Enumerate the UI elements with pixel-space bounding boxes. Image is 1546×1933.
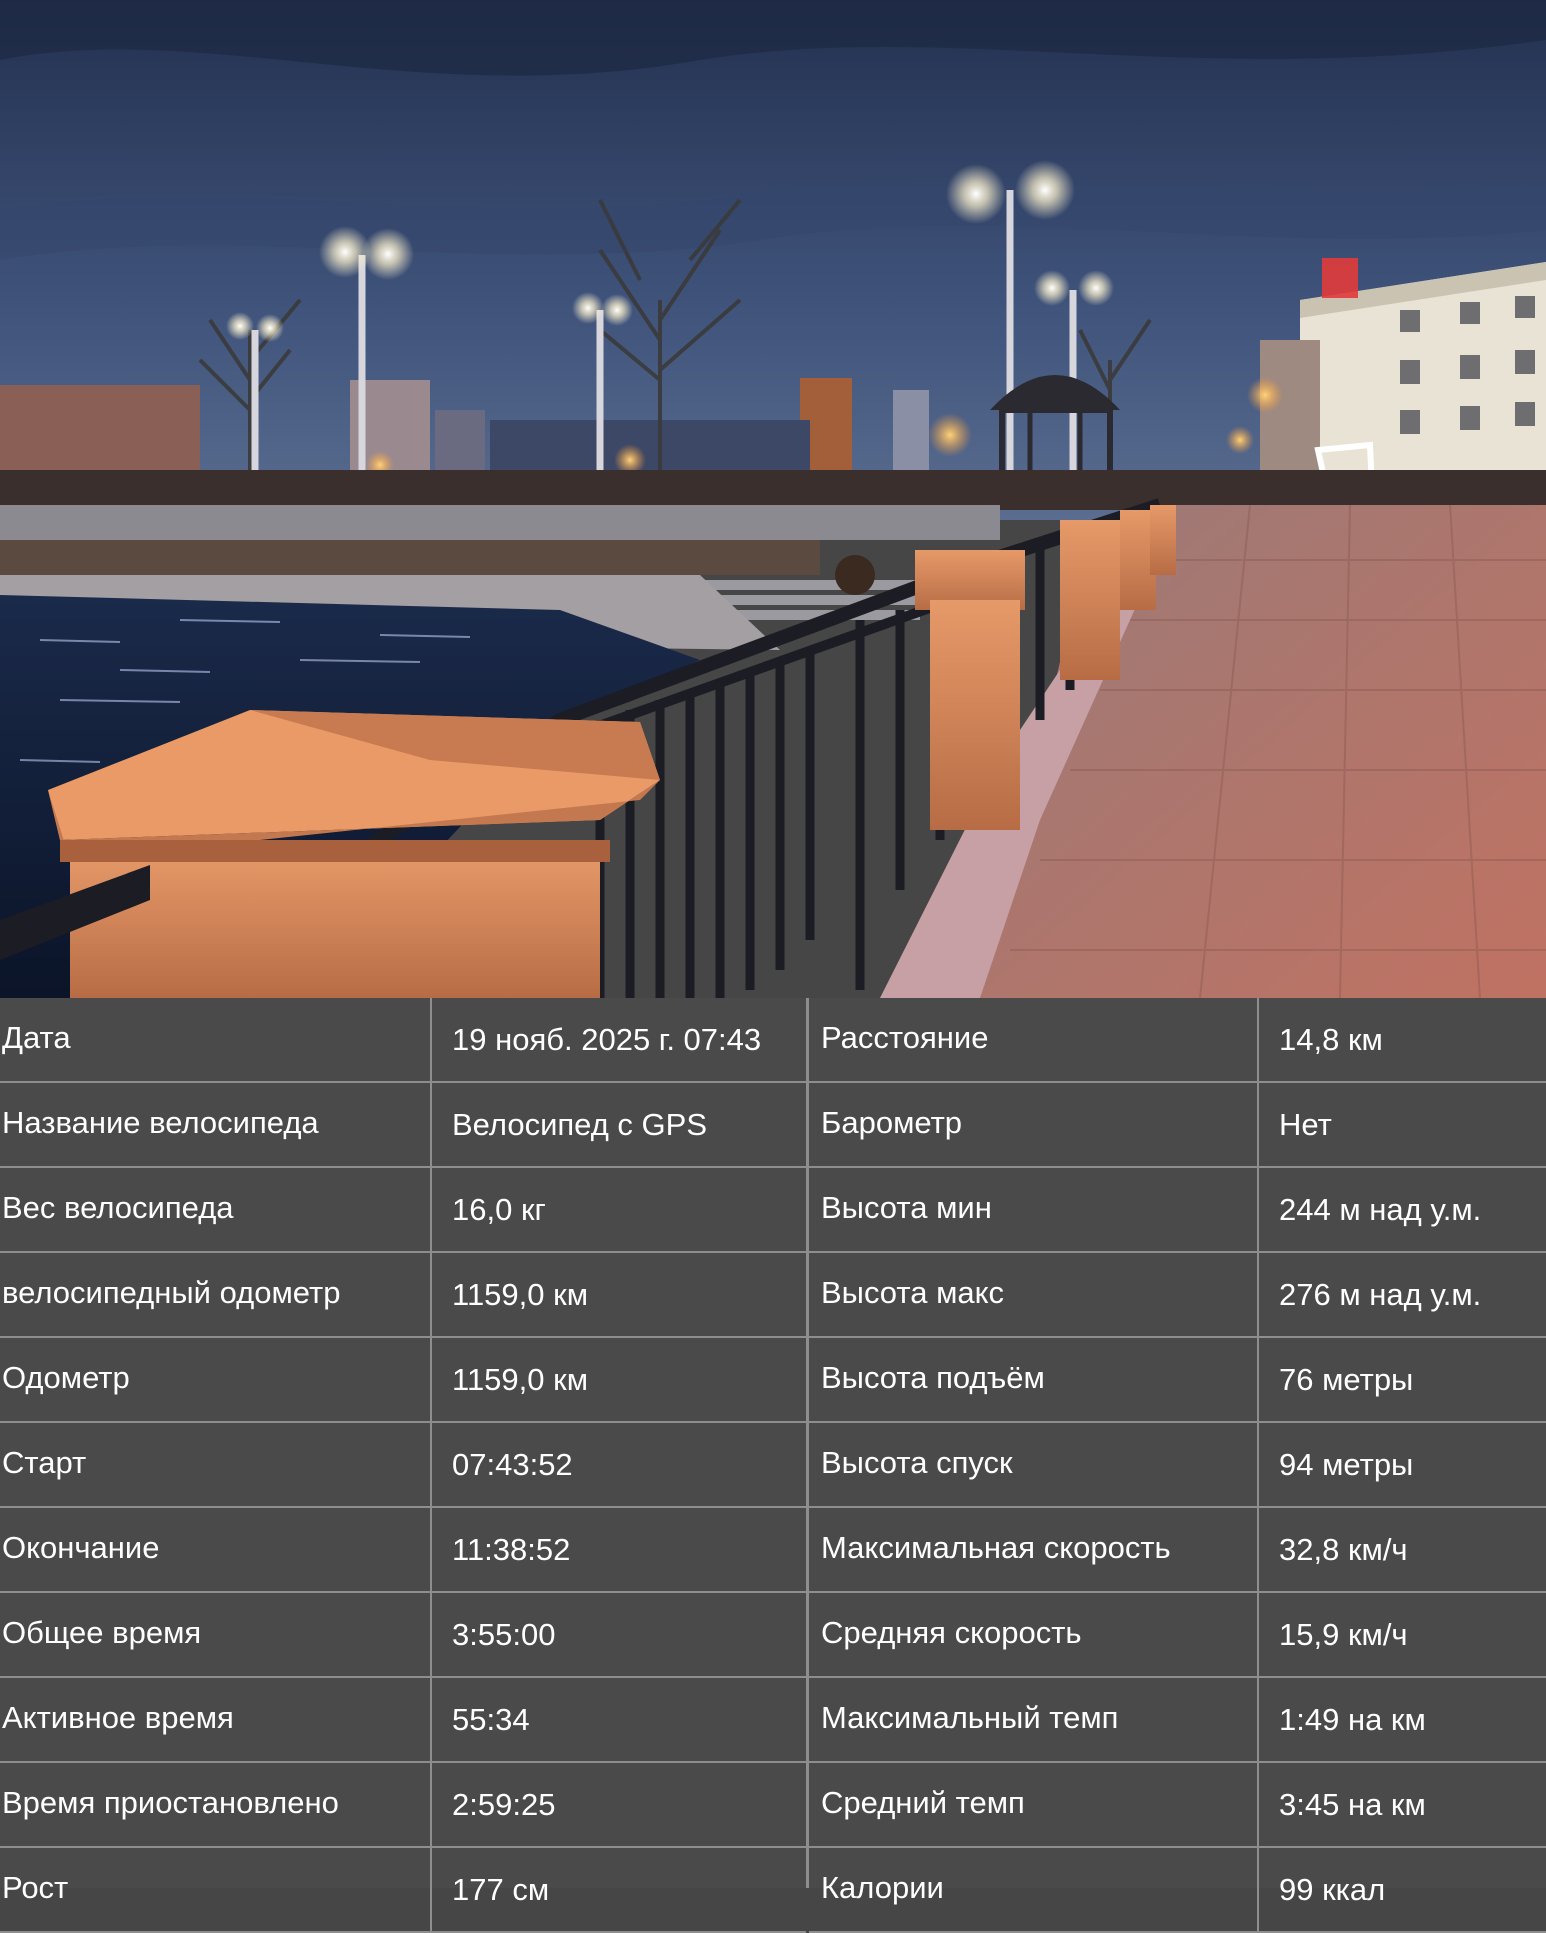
stat-label: Рост (0, 1848, 432, 1931)
stat-label: Время приостановлено (0, 1763, 432, 1846)
stat-value: 76 метры (1279, 1362, 1414, 1397)
stat-row-date: Дата 19 нояб. 2025 г. 07:43 (0, 998, 806, 1083)
stat-label: Название велосипеда (0, 1083, 432, 1166)
stat-row-paused-time: Время приостановлено 2:59:25 (0, 1763, 806, 1848)
stat-value: Нет (1279, 1107, 1332, 1142)
stat-row-barometer: Барометр Нет (809, 1083, 1546, 1168)
stat-label: Вес велосипеда (0, 1168, 432, 1251)
stat-value: 244 м над у.м. (1279, 1192, 1482, 1227)
stat-value: 1:49 на км (1279, 1702, 1426, 1737)
stat-label: Одометр (0, 1338, 432, 1421)
ride-photo (0, 0, 1546, 998)
stat-value: 16,0 кг (452, 1192, 546, 1227)
stat-value: 19 нояб. 2025 г. 07:43 (452, 1022, 762, 1057)
stat-value: 1159,0 км (452, 1277, 589, 1312)
stat-row-height: Рост 177 см (0, 1848, 806, 1933)
stat-row-ascent: Высота подъём 76 метры (809, 1338, 1546, 1423)
stat-row-altitude-max: Высота макс 276 м над у.м. (809, 1253, 1546, 1338)
stat-label: Окончание (0, 1508, 432, 1591)
stat-label: Активное время (0, 1678, 432, 1761)
stat-row-end: Окончание 11:38:52 (0, 1508, 806, 1593)
stat-label: Высота мин (809, 1168, 1259, 1251)
stat-row-descent: Высота спуск 94 метры (809, 1423, 1546, 1508)
stat-row-max-speed: Максимальная скорость 32,8 км/ч (809, 1508, 1546, 1593)
stat-value: 177 см (452, 1872, 550, 1907)
stat-row-avg-speed: Средняя скорость 15,9 км/ч (809, 1593, 1546, 1678)
stat-value: 32,8 км/ч (1279, 1532, 1408, 1567)
stat-value: 07:43:52 (452, 1447, 573, 1482)
stat-label: Барометр (809, 1083, 1259, 1166)
stat-label: Старт (0, 1423, 432, 1506)
stat-value: 3:55:00 (452, 1617, 556, 1652)
stat-value: 99 ккал (1279, 1872, 1386, 1907)
stats-right-column: Расстояние 14,8 км Барометр Нет Высота м… (806, 998, 1546, 1933)
stat-row-altitude-min: Высота мин 244 м над у.м. (809, 1168, 1546, 1253)
stat-row-bike-odometer: велосипедный одометр 1159,0 км (0, 1253, 806, 1338)
stat-row-total-time: Общее время 3:55:00 (0, 1593, 806, 1678)
stat-label: Общее время (0, 1593, 432, 1676)
stat-row-bike-name: Название велосипеда Велосипед с GPS (0, 1083, 806, 1168)
stat-label: Высота подъём (809, 1338, 1259, 1421)
stat-value: 55:34 (452, 1702, 530, 1737)
stat-row-distance: Расстояние 14,8 км (809, 998, 1546, 1083)
stat-row-avg-pace: Средний темп 3:45 на км (809, 1763, 1546, 1848)
stat-row-bike-weight: Вес велосипеда 16,0 кг (0, 1168, 806, 1253)
stat-value: Велосипед с GPS (452, 1107, 708, 1142)
stat-row-start: Старт 07:43:52 (0, 1423, 806, 1508)
stat-label: Максимальный темп (809, 1678, 1259, 1761)
stats-left-column: Дата 19 нояб. 2025 г. 07:43 Название вел… (0, 998, 806, 1933)
stat-value: 276 м над у.м. (1279, 1277, 1482, 1312)
stat-row-calories: Калории 99 ккал (809, 1848, 1546, 1933)
stat-label: Калории (809, 1848, 1259, 1931)
stat-row-odometer: Одометр 1159,0 км (0, 1338, 806, 1423)
stat-value: 11:38:52 (452, 1532, 571, 1567)
stat-label: Средний темп (809, 1763, 1259, 1846)
stat-value: 3:45 на км (1279, 1787, 1426, 1822)
ride-stats-table: Дата 19 нояб. 2025 г. 07:43 Название вел… (0, 998, 1546, 1933)
stat-label: Средняя скорость (809, 1593, 1259, 1676)
stat-value: 2:59:25 (452, 1787, 556, 1822)
stat-value: 1159,0 км (452, 1362, 589, 1397)
stat-value: 15,9 км/ч (1279, 1617, 1408, 1652)
stat-label: Максимальная скорость (809, 1508, 1259, 1591)
stat-label: велосипедный одометр (0, 1253, 432, 1336)
stat-row-max-pace: Максимальный темп 1:49 на км (809, 1678, 1546, 1763)
stat-label: Расстояние (809, 998, 1259, 1081)
stat-value: 94 метры (1279, 1447, 1414, 1482)
stat-label: Дата (0, 998, 432, 1081)
stat-value: 14,8 км (1279, 1022, 1383, 1057)
stat-label: Высота спуск (809, 1423, 1259, 1506)
stat-label: Высота макс (809, 1253, 1259, 1336)
stat-row-active-time: Активное время 55:34 (0, 1678, 806, 1763)
